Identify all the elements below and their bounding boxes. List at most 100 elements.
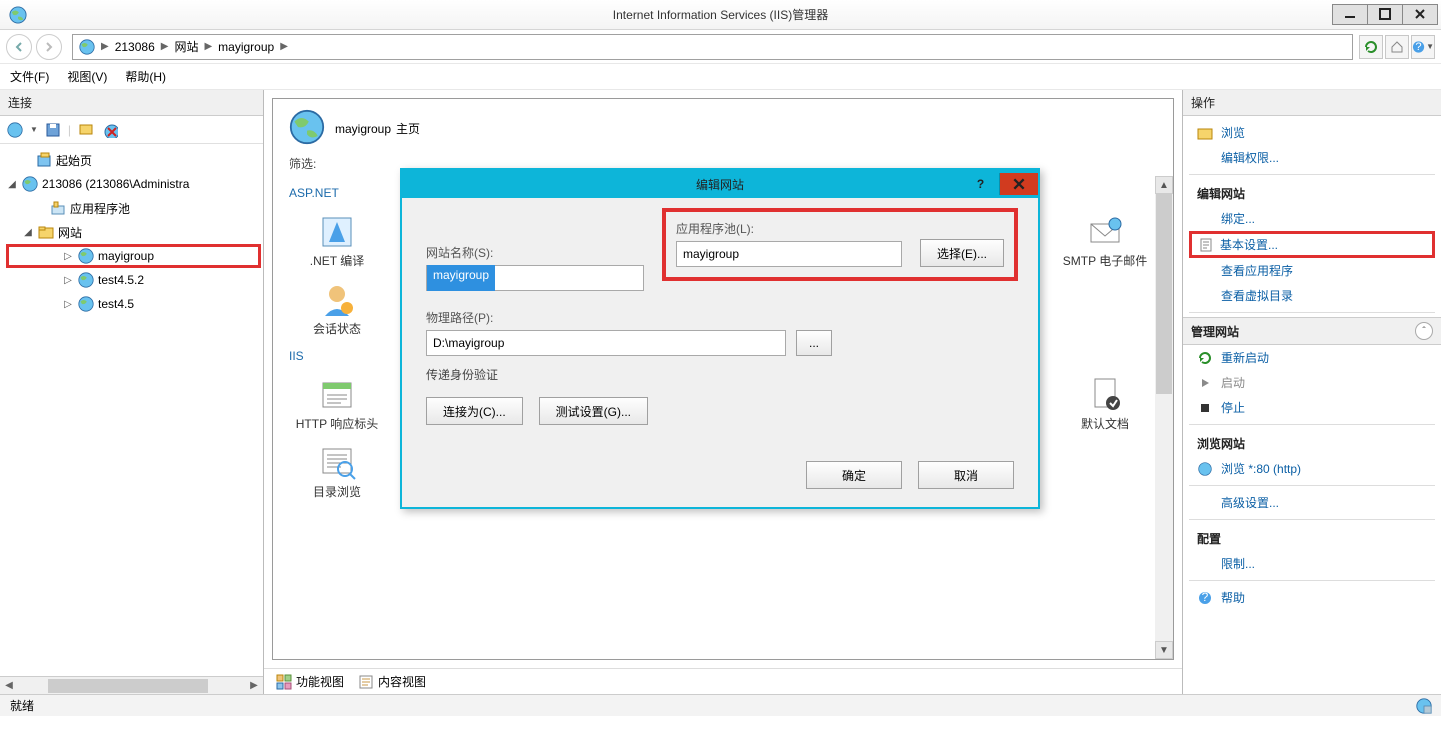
feature-http-response[interactable]: HTTP 响应标头 [289, 369, 385, 437]
tree-label: 网站 [58, 224, 82, 241]
tree-label: mayigroup [98, 249, 154, 263]
back-icon[interactable] [6, 121, 24, 139]
dialog-help-button[interactable]: ? [962, 173, 1000, 195]
dialog-title: 编辑网站 [696, 176, 744, 193]
tree-horizontal-scrollbar[interactable]: ◀ ▶ [0, 676, 263, 694]
center-heading: mayigroup 主页 [335, 117, 420, 138]
restart-icon [1197, 350, 1213, 366]
tree-server[interactable]: ◢ 213086 (213086\Administra [6, 172, 261, 196]
http-icon [317, 375, 357, 415]
actions-header: 操作 [1183, 90, 1441, 116]
menu-file[interactable]: 文件(F) [10, 68, 49, 85]
browse-icon [1197, 461, 1213, 477]
chevron-right-icon: ▶ [280, 41, 288, 52]
window-title: Internet Information Services (IIS)管理器 [613, 6, 828, 23]
scroll-left-icon[interactable]: ◀ [0, 678, 18, 694]
back-button[interactable] [6, 34, 32, 60]
browse-path-button[interactable]: ... [796, 330, 832, 356]
center-vertical-scrollbar[interactable]: ▲ ▼ [1155, 176, 1173, 659]
feature-dir-browse[interactable]: 目录浏览 [289, 437, 385, 505]
cancel-button[interactable]: 取消 [918, 461, 1014, 489]
passthrough-label: 传递身份验证 [426, 366, 1014, 383]
home-button[interactable] [1385, 35, 1409, 59]
feature-default-doc[interactable]: 默认文档 [1057, 369, 1153, 437]
action-restart[interactable]: 重新启动 [1183, 345, 1441, 370]
ok-button[interactable]: 确定 [806, 461, 902, 489]
save-icon[interactable] [44, 121, 62, 139]
tree-label: 应用程序池 [70, 200, 130, 217]
user-icon [317, 280, 357, 320]
action-browse-80[interactable]: 浏览 *:80 (http) [1183, 456, 1441, 481]
minimize-button[interactable] [1332, 4, 1368, 25]
edit-site-dialog: 编辑网站 ? 网站名称(S): mayigroup 应用程序池(L): 选择(E… [400, 168, 1040, 509]
menu-help[interactable]: 帮助(H) [125, 68, 166, 85]
svg-text:?: ? [1202, 591, 1209, 604]
tree-site-test45[interactable]: ▷ test4.5 [6, 292, 261, 316]
maximize-button[interactable] [1367, 4, 1403, 25]
scrollbar-thumb[interactable] [48, 679, 208, 693]
scroll-down-icon[interactable]: ▼ [1155, 641, 1173, 659]
action-edit-permissions[interactable]: 编辑权限... [1183, 145, 1441, 170]
tab-features-view[interactable]: 功能视图 [276, 673, 344, 690]
feature-smtp[interactable]: SMTP 电子邮件 [1057, 206, 1153, 274]
browse-icon [317, 443, 357, 483]
chevron-right-icon: ▶ [101, 41, 109, 52]
globe-icon [77, 247, 95, 265]
select-apppool-button[interactable]: 选择(E)... [920, 239, 1004, 267]
compile-icon [317, 212, 357, 252]
action-bindings[interactable]: 绑定... [1183, 206, 1441, 231]
action-help[interactable]: ? 帮助 [1183, 585, 1441, 610]
tab-content-view[interactable]: 内容视图 [358, 673, 426, 690]
action-explore[interactable]: 浏览 [1183, 120, 1441, 145]
globe-icon [77, 295, 95, 313]
action-limits[interactable]: 限制... [1183, 551, 1441, 576]
breadcrumb-item-server[interactable]: 213086 [115, 40, 155, 54]
scroll-up-icon[interactable]: ▲ [1155, 176, 1173, 194]
site-name-input[interactable]: mayigroup [426, 265, 644, 291]
forward-button[interactable] [36, 34, 62, 60]
action-view-vdirs[interactable]: 查看虚拟目录 [1183, 283, 1441, 308]
apppool-input[interactable] [676, 241, 902, 267]
breadcrumb-item-sites[interactable]: 网站 [174, 38, 198, 55]
tree-start-page[interactable]: 起始页 [6, 148, 261, 172]
tree-label: 213086 (213086\Administra [42, 177, 189, 191]
apppool-label: 应用程序池(L): [676, 220, 902, 237]
remove-connection-icon[interactable] [101, 121, 119, 139]
tree-sites[interactable]: ◢ 网站 [6, 220, 261, 244]
breadcrumb-item-site[interactable]: mayigroup [218, 40, 274, 54]
scroll-right-icon[interactable]: ▶ [245, 678, 263, 694]
scrollbar-thumb[interactable] [1156, 194, 1172, 394]
feature-session-state[interactable]: 会话状态 [289, 274, 385, 342]
refresh-button[interactable] [1359, 35, 1383, 59]
tree-label: test4.5.2 [98, 273, 144, 287]
test-settings-button[interactable]: 测试设置(G)... [539, 397, 648, 425]
action-view-apps[interactable]: 查看应用程序 [1183, 258, 1441, 283]
chevron-right-icon: ▶ [161, 41, 169, 52]
menu-view[interactable]: 视图(V) [67, 68, 107, 85]
server-icon [21, 175, 39, 193]
action-advanced[interactable]: 高级设置... [1183, 490, 1441, 515]
close-button[interactable] [1402, 4, 1438, 25]
connections-tree[interactable]: 起始页 ◢ 213086 (213086\Administra 应用程序池 ◢ … [0, 144, 263, 676]
group-manage-site: 管理网站 [1191, 323, 1239, 340]
add-connection-icon[interactable] [77, 121, 95, 139]
tree-app-pools[interactable]: 应用程序池 [6, 196, 261, 220]
tree-site-test452[interactable]: ▷ test4.5.2 [6, 268, 261, 292]
status-config-icon[interactable] [1415, 697, 1433, 715]
tree-label: test4.5 [98, 297, 134, 311]
action-basic-settings[interactable]: 基本设置... [1189, 231, 1435, 258]
help-button[interactable]: ?▼ [1411, 35, 1435, 59]
tree-label: 起始页 [56, 152, 92, 169]
doc-icon [1085, 375, 1125, 415]
doc-icon [1198, 237, 1214, 253]
dialog-close-button[interactable] [1000, 173, 1038, 195]
group-browse-site: 浏览网站 [1183, 429, 1441, 456]
breadcrumb-bar[interactable]: ▶ 213086 ▶ 网站 ▶ mayigroup ▶ [72, 34, 1353, 60]
globe-icon [77, 271, 95, 289]
tree-site-mayigroup[interactable]: ▷ mayigroup [6, 244, 261, 268]
connect-as-button[interactable]: 连接为(C)... [426, 397, 523, 425]
collapse-icon[interactable]: ˆ [1415, 322, 1433, 340]
physical-path-input[interactable] [426, 330, 786, 356]
feature-net-compile[interactable]: .NET 编译 [289, 206, 385, 274]
action-stop[interactable]: 停止 [1183, 395, 1441, 420]
